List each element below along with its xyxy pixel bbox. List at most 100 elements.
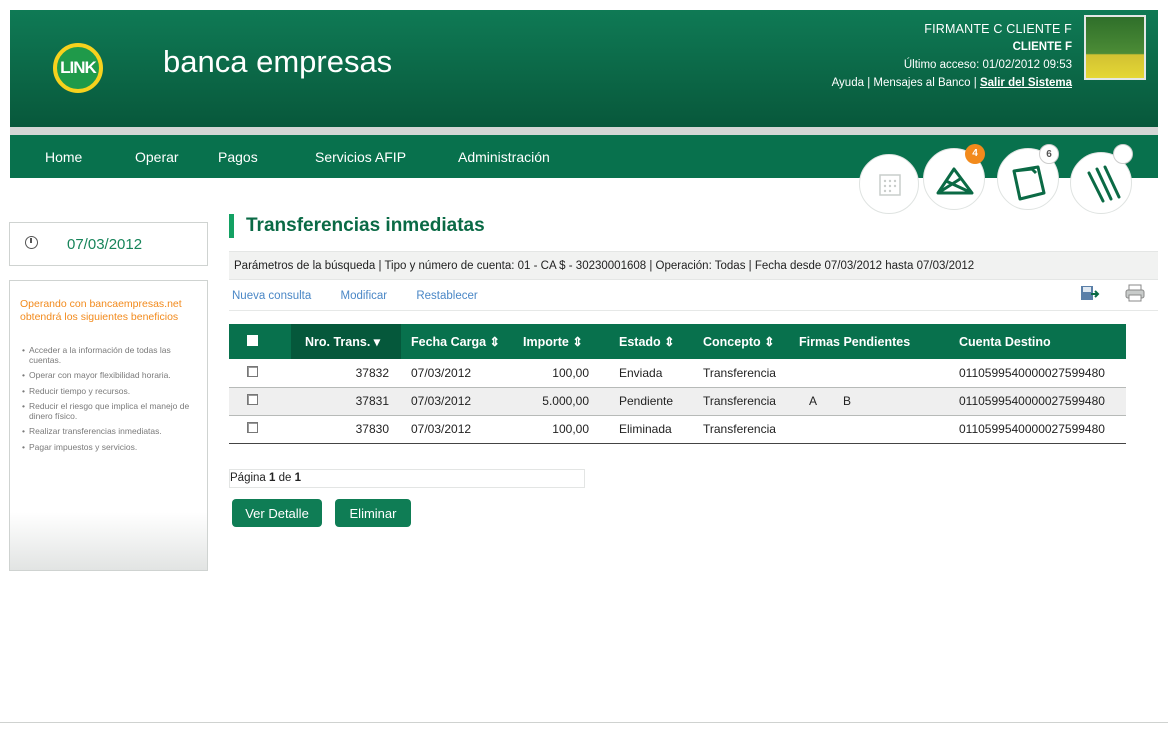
select-all-cell	[229, 324, 291, 359]
cell-concepto: Transferencia	[685, 415, 789, 444]
logout-link[interactable]: Salir del Sistema	[980, 77, 1072, 89]
cell-importe: 5.000,00	[511, 387, 599, 416]
header: LINK banca empresas FIRMANTE C CLIENTE F…	[10, 10, 1158, 127]
table-row[interactable]: 37832 07/03/2012 100,00 Enviada Transfer…	[229, 359, 1126, 388]
export-icon[interactable]	[1080, 284, 1100, 302]
page-title: Transferencias inmediatas	[229, 214, 485, 238]
row-checkbox[interactable]	[247, 422, 258, 433]
pager-prefix: Página	[230, 472, 266, 484]
cell-cuenta: 0110599540000027599480	[939, 359, 1126, 388]
company-image	[1084, 15, 1146, 80]
cell-firmas	[789, 415, 939, 444]
logo-text: LINK	[60, 58, 97, 77]
user-block: FIRMANTE C CLIENTE F CLIENTE F Último ac…	[832, 20, 1072, 92]
pager-of: de	[278, 472, 292, 484]
col-label: Cuenta Destino	[959, 334, 1051, 349]
nav-pagos[interactable]: Pagos	[218, 149, 258, 165]
user-name: FIRMANTE C CLIENTE F	[924, 22, 1072, 36]
benefits-list: Acceder a la información de todas las cu…	[22, 345, 202, 458]
benefits-panel: Operando con bancaempresas.net obtendrá …	[9, 280, 208, 571]
transfers-table: Nro. Trans. ▾ Fecha Carga ⇕ Importe ⇕ Es…	[229, 324, 1126, 444]
cell-concepto: Transferencia	[685, 359, 789, 388]
cell-estado: Enviada	[599, 359, 685, 388]
col-nro-trans[interactable]: Nro. Trans. ▾	[291, 324, 401, 359]
nav-home[interactable]: Home	[45, 149, 82, 165]
cell-nro: 37830	[291, 415, 401, 444]
col-estado[interactable]: Estado ⇕	[599, 324, 685, 359]
benefit-item: Acceder a la información de todas las cu…	[22, 345, 202, 365]
row-checkbox[interactable]	[247, 394, 258, 405]
modify-link[interactable]: Modificar	[340, 290, 387, 302]
sort-icon: ⇕	[764, 335, 775, 349]
search-actions: Nueva consulta Modificar Restablecer	[232, 290, 504, 302]
col-label: Nro. Trans.	[305, 335, 371, 349]
divider	[229, 310, 1158, 311]
sort-icon: ⇕	[572, 335, 583, 349]
benefit-item: Reducir el riesgo que implica el manejo …	[22, 401, 202, 421]
clock-icon	[25, 236, 38, 249]
benefit-item: Realizar transferencias inmediatas.	[22, 426, 202, 437]
nav-administracion[interactable]: Administración	[458, 149, 550, 165]
sort-icon: ⇕	[664, 335, 675, 349]
nav-operar[interactable]: Operar	[135, 149, 179, 165]
envelope-badge: 4	[965, 144, 985, 164]
pager: Página 1 de 1	[229, 469, 585, 488]
view-detail-button[interactable]: Ver Detalle	[232, 499, 322, 527]
new-search-link[interactable]: Nueva consulta	[232, 290, 311, 302]
table-header-row: Nro. Trans. ▾ Fecha Carga ⇕ Importe ⇕ Es…	[229, 324, 1126, 359]
help-link[interactable]: Ayuda	[832, 77, 864, 89]
cell-fecha: 07/03/2012	[401, 359, 511, 388]
cell-fecha: 07/03/2012	[401, 387, 511, 416]
cell-concepto: Transferencia	[685, 387, 789, 416]
last-access: Último acceso: 01/02/2012 09:53	[903, 59, 1072, 71]
cell-firmas	[789, 359, 939, 388]
table-row[interactable]: 37830 07/03/2012 100,00 Eliminada Transf…	[229, 415, 1126, 444]
quick-icons: 4 6	[855, 140, 1145, 215]
col-label: Estado	[619, 335, 661, 349]
nav-servicios-afip[interactable]: Servicios AFIP	[315, 149, 406, 165]
current-date: 07/03/2012	[67, 236, 143, 253]
header-links: Ayuda | Mensajes al Banco | Salir del Si…	[831, 77, 1072, 89]
cell-fecha: 07/03/2012	[401, 415, 511, 444]
client-name: CLIENTE F	[1012, 41, 1072, 53]
paperclip-badge	[1113, 144, 1133, 164]
col-label: Concepto	[703, 335, 761, 349]
col-importe[interactable]: Importe ⇕	[511, 324, 599, 359]
cell-estado: Eliminada	[599, 415, 685, 444]
col-concepto[interactable]: Concepto ⇕	[685, 324, 789, 359]
cell-cuenta: 0110599540000027599480	[939, 415, 1126, 444]
cell-nro: 37832	[291, 359, 401, 388]
page: LINK banca empresas FIRMANTE C CLIENTE F…	[0, 0, 1168, 753]
pager-current: 1	[269, 472, 276, 484]
select-all-checkbox[interactable]	[247, 334, 258, 346]
brand-title: banca empresas	[163, 44, 393, 79]
firma-a: A	[809, 394, 818, 408]
date-box: 07/03/2012	[9, 222, 208, 266]
footer-divider	[0, 722, 1168, 723]
header-divider	[10, 127, 1158, 135]
col-cuenta-destino: Cuenta Destino	[939, 324, 1126, 359]
print-icon[interactable]	[1124, 284, 1146, 302]
row-checkbox[interactable]	[247, 365, 258, 377]
benefit-item: Reducir tiempo y recursos.	[22, 386, 202, 397]
cell-nro: 37831	[291, 387, 401, 416]
col-label: Fecha Carga	[411, 335, 487, 349]
cell-cuenta: 0110599540000027599480	[939, 387, 1126, 416]
cell-firmas: AB	[789, 387, 939, 416]
delete-button[interactable]: Eliminar	[335, 499, 411, 527]
pager-total: 1	[294, 472, 302, 484]
sort-desc-icon: ▾	[373, 335, 381, 349]
cell-estado: Pendiente	[599, 387, 685, 416]
table-row[interactable]: 37831 07/03/2012 5.000,00 Pendiente Tran…	[229, 387, 1126, 416]
cell-importe: 100,00	[511, 415, 599, 444]
col-fecha-carga[interactable]: Fecha Carga ⇕	[401, 324, 511, 359]
benefit-item: Operar con mayor flexibilidad horaria.	[22, 370, 202, 381]
reset-link[interactable]: Restablecer	[416, 290, 477, 302]
cell-importe: 100,00	[511, 359, 599, 388]
col-label: Firmas Pendientes	[799, 334, 911, 349]
calendar-icon[interactable]	[859, 154, 919, 214]
messages-link[interactable]: Mensajes al Banco	[873, 77, 970, 89]
folder-badge: 6	[1039, 144, 1059, 164]
link-logo[interactable]: LINK	[53, 43, 103, 93]
col-firmas-pendientes: Firmas Pendientes	[789, 324, 939, 359]
